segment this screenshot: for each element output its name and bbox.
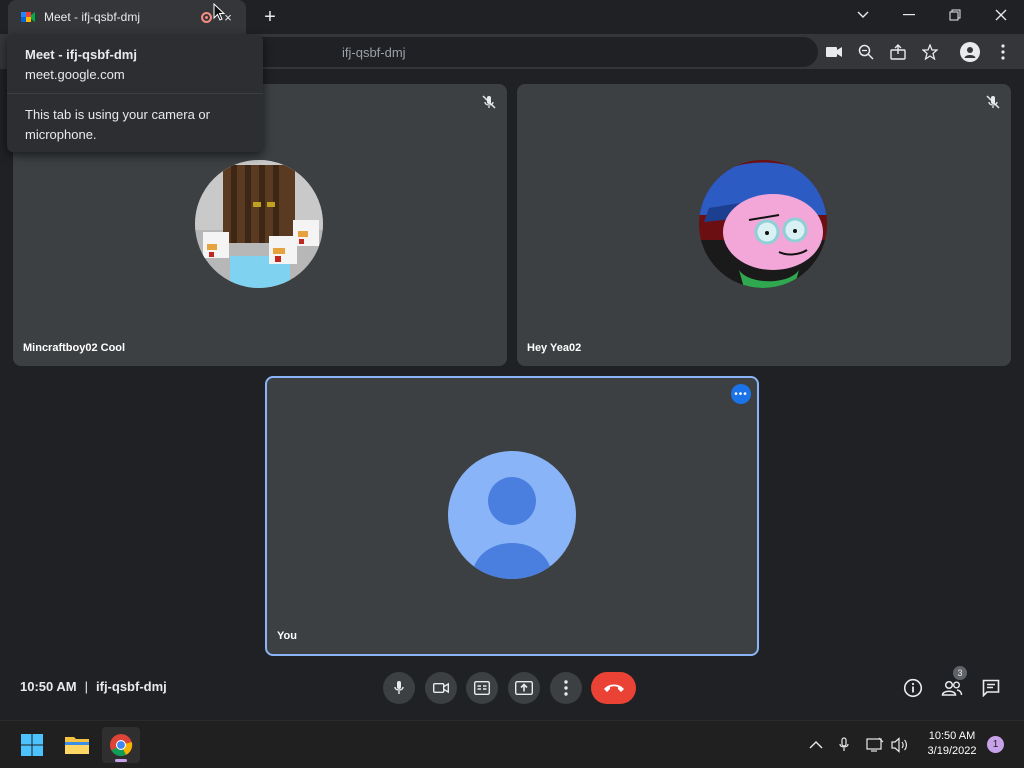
more-vert-icon: [564, 680, 568, 696]
browser-tab-meet[interactable]: Meet - ifj-qsbf-dmj ×: [8, 0, 246, 34]
participant-avatar-cartoon: [699, 160, 827, 288]
microphone-tray-icon[interactable]: [834, 735, 854, 755]
people-icon: [941, 680, 963, 696]
tab-title: Meet - ifj-qsbf-dmj: [44, 10, 141, 24]
profile-icon[interactable]: [960, 42, 980, 62]
self-tile[interactable]: ••• You: [265, 376, 759, 656]
clock-date: 3/19/2022: [927, 745, 977, 757]
active-app-indicator: [115, 759, 127, 762]
close-window-button[interactable]: [978, 0, 1024, 30]
chevron-down-icon: [857, 11, 869, 18]
mic-muted-icon: [985, 94, 1001, 110]
taskbar-clock[interactable]: 10:50 AM 3/19/2022: [916, 729, 988, 759]
tab-hover-card: Meet - ifj-qsbf-dmj meet.google.com This…: [7, 35, 263, 152]
tab-search-button[interactable]: [840, 0, 886, 30]
captions-icon: [474, 681, 490, 695]
show-hidden-icons-button[interactable]: [806, 735, 826, 755]
divider: [7, 93, 263, 94]
restore-icon: [949, 9, 961, 21]
mic-muted-icon: [481, 94, 497, 110]
video-camera-icon: [433, 682, 449, 694]
network-icon[interactable]: [865, 735, 885, 755]
browser-tabstrip: Meet - ifj-qsbf-dmj × +: [0, 0, 1024, 34]
camera-icon[interactable]: [825, 43, 843, 61]
meeting-info: 10:50 AM | ifj-qsbf-dmj: [20, 679, 167, 694]
minimize-icon: [903, 14, 915, 16]
file-explorer-button[interactable]: [58, 727, 96, 763]
bookmark-star-icon[interactable]: [921, 43, 939, 61]
hover-card-title: Meet - ifj-qsbf-dmj: [25, 47, 137, 62]
participant-name: Mincraftboy02 Cool: [23, 342, 126, 354]
hover-card-url: meet.google.com: [25, 67, 125, 82]
leave-call-button[interactable]: [591, 672, 636, 704]
start-button[interactable]: [13, 727, 51, 763]
participant-avatar-minecraft: [195, 160, 323, 288]
chat-button[interactable]: [979, 676, 1003, 700]
participant-tile[interactable]: Hey Yea02: [517, 84, 1011, 366]
hang-up-icon: [603, 684, 624, 692]
info-icon: [903, 678, 923, 698]
participant-name: Hey Yea02: [527, 342, 582, 354]
captions-button[interactable]: [466, 672, 498, 704]
more-options-button[interactable]: [550, 672, 582, 704]
chrome-icon: [110, 734, 133, 756]
notification-badge[interactable]: 1: [987, 736, 1004, 753]
microphone-icon: [394, 681, 404, 694]
google-meet-favicon-icon: [20, 9, 36, 25]
meeting-details-button[interactable]: [901, 676, 925, 700]
minimize-button[interactable]: [886, 0, 932, 30]
present-screen-icon: [515, 681, 533, 695]
self-name: You: [277, 630, 297, 642]
restore-button[interactable]: [932, 0, 978, 30]
chrome-button[interactable]: [102, 727, 140, 763]
microphone-toggle-button[interactable]: [383, 672, 415, 704]
address-bar-text: ifj-qsbf-dmj: [342, 45, 406, 60]
taskbar: [0, 720, 1024, 768]
meeting-code: ifj-qsbf-dmj: [96, 679, 167, 694]
meeting-separator: |: [84, 679, 88, 694]
menu-icon[interactable]: [994, 43, 1012, 61]
chevron-up-icon: [809, 741, 823, 749]
zoom-icon[interactable]: [857, 43, 875, 61]
new-tab-button[interactable]: +: [258, 6, 282, 28]
present-screen-button[interactable]: [508, 672, 540, 704]
windows-logo-icon: [21, 734, 43, 756]
clock-time: 10:50 AM: [928, 730, 976, 742]
recording-indicator-icon: [201, 11, 212, 23]
share-icon[interactable]: [889, 43, 907, 61]
meeting-time: 10:50 AM: [20, 679, 77, 694]
people-count-badge: 3: [953, 666, 967, 680]
more-options-button[interactable]: •••: [731, 384, 751, 404]
default-avatar-icon: [448, 451, 576, 579]
chat-icon: [982, 679, 1000, 697]
mouse-cursor-icon: [213, 2, 226, 26]
camera-toggle-button[interactable]: [425, 672, 457, 704]
folder-icon: [65, 737, 89, 754]
volume-icon[interactable]: [890, 735, 910, 755]
hover-card-note: This tab is using your camera or microph…: [25, 107, 210, 142]
close-icon: [995, 9, 1007, 21]
